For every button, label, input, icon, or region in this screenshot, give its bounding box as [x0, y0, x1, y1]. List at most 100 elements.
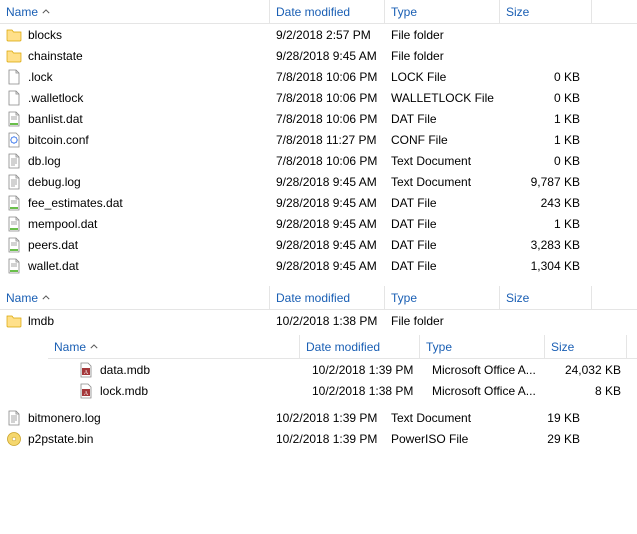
file-name-cell: data.mdb	[78, 362, 306, 378]
file-type-cell: Text Document	[385, 411, 500, 425]
file-size-cell: 1 KB	[500, 133, 592, 147]
file-row[interactable]: data.mdb 10/2/2018 1:39 PMMicrosoft Offic…	[48, 359, 637, 380]
column-header-date[interactable]: Date modified	[300, 335, 420, 358]
column-header-label: Size	[506, 291, 529, 305]
file-name-cell: bitcoin.conf	[6, 132, 270, 148]
file-name-cell: debug.log	[6, 174, 270, 190]
file-type-cell: File folder	[385, 28, 500, 42]
file-size-cell: 1 KB	[500, 217, 592, 231]
file-size-cell: 1 KB	[500, 112, 592, 126]
file-row[interactable]: banlist.dat 7/8/2018 10:06 PMDAT File1 KB	[0, 108, 637, 129]
column-header-label: Date modified	[276, 5, 350, 19]
file-size-cell: 29 KB	[500, 432, 592, 446]
file-row[interactable]: mempool.dat9/28/2018 9:45 AMDAT File1 KB	[0, 213, 637, 234]
file-row[interactable]: blocks9/2/2018 2:57 PMFile folder	[0, 24, 637, 45]
file-type-cell: Microsoft Office A...	[426, 384, 551, 398]
file-name-cell: .walletlock	[6, 90, 270, 106]
conf-file-icon	[6, 132, 22, 148]
file-row[interactable]: .walletlock7/8/2018 10:06 PMWALLETLOCK F…	[0, 87, 637, 108]
file-row[interactable]: .lock7/8/2018 10:06 PMLOCK File0 KB	[0, 66, 637, 87]
file-size-cell: 24,032 KB	[551, 363, 633, 377]
column-header-type[interactable]: Type	[385, 286, 500, 309]
file-size-cell: 0 KB	[500, 154, 592, 168]
column-header-name[interactable]: Name	[0, 0, 270, 23]
file-type-cell: DAT File	[385, 259, 500, 273]
column-header-date[interactable]: Date modified	[270, 0, 385, 23]
column-header-size[interactable]: Size	[500, 0, 592, 23]
file-row[interactable]: p2pstate.bin 10/2/2018 1:39 PMPowerISO Fi…	[0, 428, 637, 449]
dat-file-icon	[6, 111, 22, 127]
file-type-cell: Text Document	[385, 175, 500, 189]
folder-icon	[6, 48, 22, 64]
file-name-label: data.mdb	[100, 363, 150, 377]
file-size-cell: 3,283 KB	[500, 238, 592, 252]
file-type-cell: Microsoft Office A...	[426, 363, 551, 377]
column-header-label: Name	[6, 291, 38, 305]
file-row[interactable]: lock.mdb10/2/2018 1:38 PMMicrosoft Offic…	[48, 380, 637, 401]
column-header-type[interactable]: Type	[420, 335, 545, 358]
file-name-cell: fee_estimates.dat	[6, 195, 270, 211]
file-row[interactable]: debug.log9/28/2018 9:45 AMText Document9…	[0, 171, 637, 192]
file-name-cell: blocks	[6, 27, 270, 43]
file-row[interactable]: bitmonero.log10/2/2018 1:39 PMText Docum…	[0, 407, 637, 428]
column-header-label: Type	[391, 291, 417, 305]
column-header-size[interactable]: Size	[500, 286, 592, 309]
nested-file-list: Name Date modified Type Size data.mdb 10/…	[48, 335, 637, 401]
file-size-cell: 8 KB	[551, 384, 633, 398]
column-header-type[interactable]: Type	[385, 0, 500, 23]
file-row[interactable]: peers.dat9/28/2018 9:45 AMDAT File3,283 …	[0, 234, 637, 255]
file-date-cell: 10/2/2018 1:39 PM	[306, 363, 426, 377]
folder-icon	[6, 313, 22, 329]
file-date-cell: 10/2/2018 1:39 PM	[270, 432, 385, 446]
column-header-name[interactable]: Name	[48, 335, 300, 358]
file-name-label: p2pstate.bin	[28, 432, 93, 446]
column-header-label: Size	[551, 340, 574, 354]
file-list-section-2: Name Date modified Type Size lmdb10/2/20…	[0, 286, 637, 449]
column-header-name[interactable]: Name	[0, 286, 270, 309]
column-header-label: Size	[506, 5, 529, 19]
file-type-cell: CONF File	[385, 133, 500, 147]
column-header-label: Name	[54, 340, 86, 354]
file-row[interactable]: lmdb10/2/2018 1:38 PMFile folder	[0, 310, 637, 331]
file-type-cell: DAT File	[385, 238, 500, 252]
column-header-date[interactable]: Date modified	[270, 286, 385, 309]
file-date-cell: 9/28/2018 9:45 AM	[270, 217, 385, 231]
file-type-cell: DAT File	[385, 112, 500, 126]
file-size-cell: 0 KB	[500, 91, 592, 105]
file-date-cell: 7/8/2018 10:06 PM	[270, 154, 385, 168]
file-name-label: lmdb	[28, 314, 54, 328]
file-date-cell: 7/8/2018 11:27 PM	[270, 133, 385, 147]
file-date-cell: 9/28/2018 9:45 AM	[270, 49, 385, 63]
file-rows: blocks9/2/2018 2:57 PMFile folderchainst…	[0, 24, 637, 276]
file-row[interactable]: db.log7/8/2018 10:06 PMText Document0 KB	[0, 150, 637, 171]
file-name-label: banlist.dat	[28, 112, 83, 126]
column-header-row: Name Date modified Type Size	[48, 335, 637, 359]
access-file-icon	[78, 362, 94, 378]
file-row[interactable]: fee_estimates.dat9/28/2018 9:45 AMDAT Fi…	[0, 192, 637, 213]
file-row[interactable]: chainstate9/28/2018 9:45 AMFile folder	[0, 45, 637, 66]
file-name-cell: .lock	[6, 69, 270, 85]
file-date-cell: 7/8/2018 10:06 PM	[270, 91, 385, 105]
file-name-label: fee_estimates.dat	[28, 196, 123, 210]
file-name-label: .lock	[28, 70, 53, 84]
file-name-label: db.log	[28, 154, 61, 168]
file-name-cell: p2pstate.bin	[6, 431, 270, 447]
file-row[interactable]: bitcoin.conf7/8/2018 11:27 PMCONF File1 …	[0, 129, 637, 150]
file-row[interactable]: wallet.dat9/28/2018 9:45 AMDAT File1,304…	[0, 255, 637, 276]
file-type-cell: PowerISO File	[385, 432, 500, 446]
sort-ascending-icon	[42, 9, 50, 14]
file-name-cell: db.log	[6, 153, 270, 169]
file-date-cell: 7/8/2018 10:06 PM	[270, 112, 385, 126]
file-type-cell: File folder	[385, 314, 500, 328]
file-name-label: lock.mdb	[100, 384, 148, 398]
column-header-size[interactable]: Size	[545, 335, 627, 358]
file-type-cell: LOCK File	[385, 70, 500, 84]
column-header-row: Name Date modified Type Size	[0, 286, 637, 310]
dat-file-icon	[6, 237, 22, 253]
file-name-cell: chainstate	[6, 48, 270, 64]
file-name-label: mempool.dat	[28, 217, 97, 231]
column-header-row: Name Date modified Type Size	[0, 0, 637, 24]
sort-ascending-icon	[90, 344, 98, 349]
file-size-cell: 19 KB	[500, 411, 592, 425]
file-rows: lmdb10/2/2018 1:38 PMFile folder	[0, 310, 637, 331]
